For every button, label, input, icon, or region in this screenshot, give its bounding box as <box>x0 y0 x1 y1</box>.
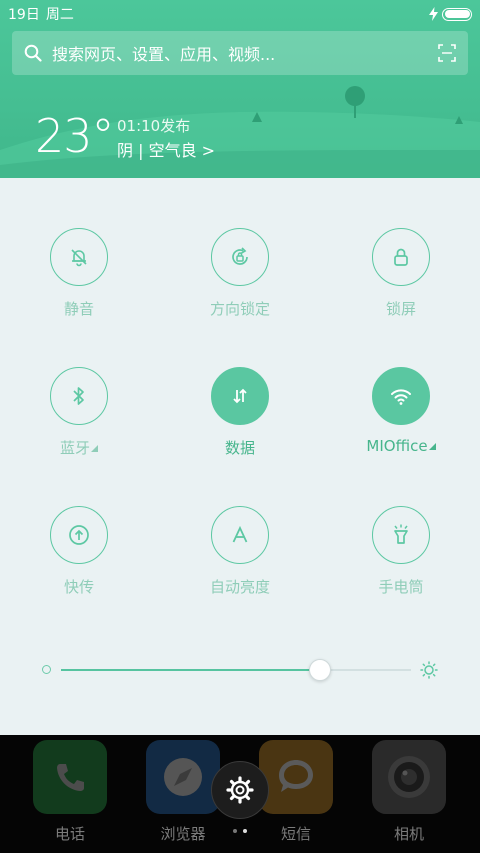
dock-app-label: 相机 <box>393 825 424 843</box>
toggle-lock-screen[interactable]: 锁屏 <box>331 228 471 328</box>
toggle-flashlight-circle[interactable] <box>372 506 430 564</box>
toggle-quick-transfer-circle[interactable] <box>50 506 108 564</box>
page-dot <box>233 829 237 833</box>
weather-publish-time: 01:10发布 <box>117 117 191 135</box>
toggle-mute-circle[interactable] <box>50 228 108 286</box>
toggle-rotation-lock-circle[interactable] <box>211 228 269 286</box>
bluetooth-label-text: 蓝牙 <box>59 439 90 457</box>
dock-app-camera[interactable]: 相机 <box>371 740 447 844</box>
page-dot-active <box>243 829 247 833</box>
dock-app-browser[interactable]: 浏览器 <box>145 740 221 844</box>
camera-app-icon[interactable] <box>372 740 446 814</box>
weather-header: 19日 周二 搜索网页、设置、应用、视频... 23° 01:10发布 阴 | … <box>0 0 480 178</box>
toggle-rotation-lock-label: 方向锁定 <box>209 300 270 318</box>
status-date: 19日 <box>8 7 40 23</box>
search-bar[interactable]: 搜索网页、设置、应用、视频... <box>12 31 468 75</box>
bluetooth-icon <box>73 387 84 405</box>
bell-off-icon <box>71 249 87 267</box>
toggle-bluetooth-circle[interactable] <box>50 367 108 425</box>
page-indicator <box>233 829 247 833</box>
rotation-lock-icon <box>232 247 248 265</box>
toggle-mobile-data[interactable]: 数据 <box>170 367 310 467</box>
phone-app-icon[interactable] <box>33 740 107 814</box>
gear-icon <box>226 776 254 804</box>
toggle-auto-brightness-label: 自动亮度 <box>209 578 270 596</box>
brightness-track[interactable] <box>61 659 411 681</box>
toggle-mobile-data-circle[interactable] <box>211 367 269 425</box>
settings-button[interactable] <box>211 761 269 819</box>
wifi-icon <box>391 389 411 405</box>
dock-app-messages[interactable]: 短信 <box>258 740 334 844</box>
toggle-mobile-data-label: 数据 <box>224 439 255 457</box>
dock-app-phone[interactable]: 电话 <box>32 740 108 844</box>
expand-corner-icon <box>428 443 436 450</box>
lock-icon <box>394 248 408 266</box>
auto-brightness-icon <box>232 525 248 543</box>
toggle-wifi-label: MIOffice <box>331 437 471 455</box>
control-center-panel: 静音 方向锁定 锁屏 蓝牙 数据 MIOffice 快传 自动亮度 手电筒 <box>0 178 480 735</box>
weather-temperature[interactable]: 23° <box>35 108 115 164</box>
toggle-bluetooth-label: 蓝牙 <box>9 437 149 458</box>
browser-icon <box>164 758 202 796</box>
toggle-quick-transfer[interactable]: 快传 <box>9 506 149 606</box>
toggle-flashlight[interactable]: 手电筒 <box>331 506 471 606</box>
toggle-quick-transfer-label: 快传 <box>63 578 94 596</box>
toggle-rotation-lock[interactable]: 方向锁定 <box>170 228 310 328</box>
message-icon <box>279 760 313 792</box>
toggle-auto-brightness-circle[interactable] <box>211 506 269 564</box>
status-bar: 19日 周二 <box>0 0 480 28</box>
search-icon <box>24 44 42 62</box>
scan-icon[interactable] <box>438 44 456 62</box>
brightness-high-icon <box>420 661 438 679</box>
brightness-fill <box>61 669 320 671</box>
dock-app-label: 短信 <box>280 825 311 843</box>
toggle-wifi-circle[interactable] <box>372 367 430 425</box>
camera-icon <box>388 756 430 798</box>
toggle-bluetooth[interactable]: 蓝牙 <box>9 367 149 467</box>
toggle-lock-screen-label: 锁屏 <box>385 300 416 318</box>
flashlight-icon <box>394 524 408 544</box>
mobile-data-icon <box>233 388 247 404</box>
toggle-flashlight-label: 手电筒 <box>378 578 424 596</box>
toggle-auto-brightness[interactable]: 自动亮度 <box>170 506 310 606</box>
expand-corner-icon <box>91 445 98 452</box>
toggle-lock-screen-circle[interactable] <box>372 228 430 286</box>
brightness-thumb[interactable] <box>309 659 331 681</box>
brightness-low-icon <box>42 665 51 674</box>
toggle-wifi[interactable]: MIOffice <box>331 367 471 467</box>
toggle-mute-label: 静音 <box>63 300 94 318</box>
dock-app-label: 电话 <box>54 825 85 843</box>
phone-icon <box>57 764 84 791</box>
charging-icon <box>429 7 438 21</box>
search-placeholder[interactable]: 搜索网页、设置、应用、视频... <box>52 41 438 65</box>
home-dock: 电话 浏览器 短信 相机 <box>0 735 480 853</box>
dock-app-label: 浏览器 <box>160 825 206 843</box>
battery-icon <box>442 7 472 21</box>
quick-transfer-icon <box>69 525 89 545</box>
brightness-slider[interactable] <box>40 658 440 682</box>
wifi-network-name: MIOffice <box>366 437 428 455</box>
messages-app-icon[interactable] <box>259 740 333 814</box>
browser-app-icon[interactable] <box>146 740 220 814</box>
weather-condition[interactable]: 阴 | 空气良 > <box>117 137 215 161</box>
toggle-mute[interactable]: 静音 <box>9 228 149 328</box>
status-weekday: 周二 <box>45 7 74 23</box>
